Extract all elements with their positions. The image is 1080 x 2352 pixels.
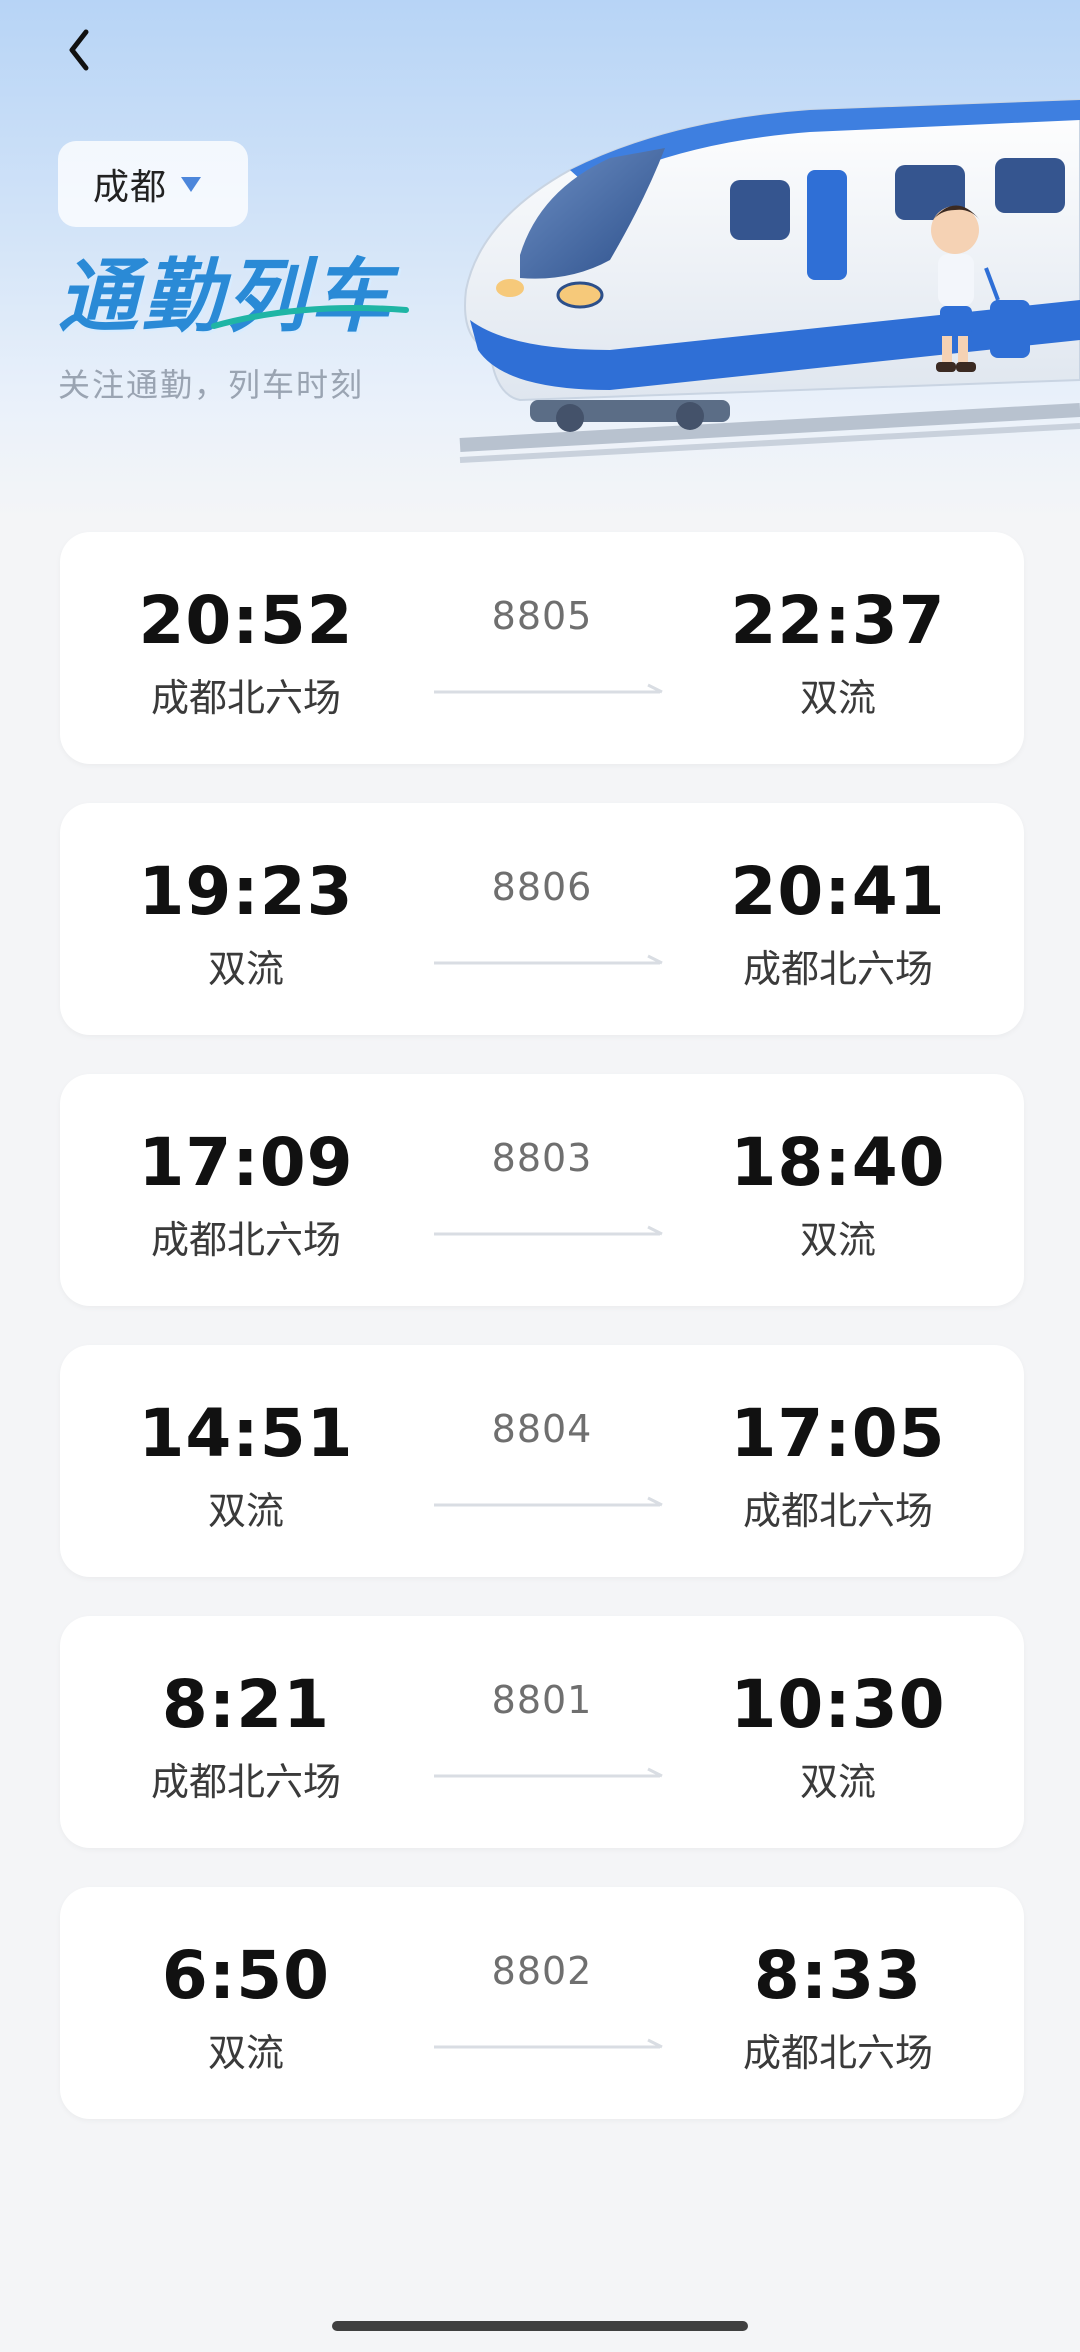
commuter-train-page: 成都 通勤列车 关注通勤，列车时刻 20:52 成都北六场 8805 22:37…	[0, 0, 1080, 2352]
arrive-station: 成都北六场	[742, 1489, 933, 1533]
arrow-right-icon	[434, 1496, 663, 1507]
depart-time: 6:50	[161, 1937, 331, 2014]
depart-station: 双流	[207, 947, 284, 991]
train-number: 8806	[491, 865, 593, 909]
dropdown-arrow-icon	[181, 176, 202, 192]
arrive-time: 20:41	[730, 853, 946, 930]
train-card[interactable]: 8:21 成都北六场 8801 10:30 双流	[60, 1616, 1024, 1848]
title-swoosh-decoration	[211, 305, 409, 329]
back-button[interactable]	[52, 22, 108, 78]
train-card[interactable]: 17:09 成都北六场 8803 18:40 双流	[60, 1074, 1024, 1306]
arrive-station: 成都北六场	[742, 2031, 933, 2075]
chevron-left-icon	[69, 29, 89, 71]
arrow-right-icon	[434, 683, 663, 694]
city-label: 成都	[93, 167, 168, 208]
train-number: 8801	[491, 1678, 593, 1722]
arrive-station: 双流	[799, 676, 876, 720]
depart-station: 双流	[207, 1489, 284, 1533]
depart-time: 20:52	[138, 582, 354, 659]
depart-time: 14:51	[138, 1395, 354, 1472]
arrive-station: 双流	[799, 1760, 876, 1804]
depart-time: 19:23	[138, 853, 354, 930]
depart-time: 8:21	[161, 1666, 331, 1743]
arrive-station: 双流	[799, 1218, 876, 1262]
train-number: 8803	[491, 1136, 593, 1180]
train-number: 8805	[491, 594, 593, 638]
train-card[interactable]: 14:51 双流 8804 17:05 成都北六场	[60, 1345, 1024, 1577]
arrive-time: 10:30	[730, 1666, 946, 1743]
depart-station: 成都北六场	[150, 1218, 341, 1262]
train-card[interactable]: 20:52 成都北六场 8805 22:37 双流	[60, 532, 1024, 764]
arrive-time: 18:40	[730, 1124, 946, 1201]
depart-time: 17:09	[138, 1124, 354, 1201]
train-illustration	[459, 98, 1080, 463]
train-number: 8804	[491, 1407, 593, 1451]
train-number: 8802	[491, 1949, 593, 1993]
arrow-right-icon	[434, 1767, 663, 1778]
arrow-right-icon	[434, 2038, 663, 2049]
depart-station: 成都北六场	[150, 1760, 341, 1804]
home-indicator[interactable]	[332, 2321, 748, 2331]
arrow-right-icon	[434, 1225, 663, 1236]
depart-station: 双流	[207, 2031, 284, 2075]
arrive-time: 8:33	[753, 1937, 923, 2014]
arrive-station: 成都北六场	[742, 947, 933, 991]
depart-station: 成都北六场	[150, 676, 341, 720]
train-card[interactable]: 6:50 双流 8802 8:33 成都北六场	[60, 1887, 1024, 2119]
page-subtitle: 关注通勤，列车时刻	[58, 366, 365, 404]
arrive-time: 17:05	[730, 1395, 946, 1472]
city-selector[interactable]: 成都	[58, 141, 248, 227]
arrive-time: 22:37	[730, 582, 946, 659]
train-card[interactable]: 19:23 双流 8806 20:41 成都北六场	[60, 803, 1024, 1035]
arrow-right-icon	[434, 954, 663, 965]
